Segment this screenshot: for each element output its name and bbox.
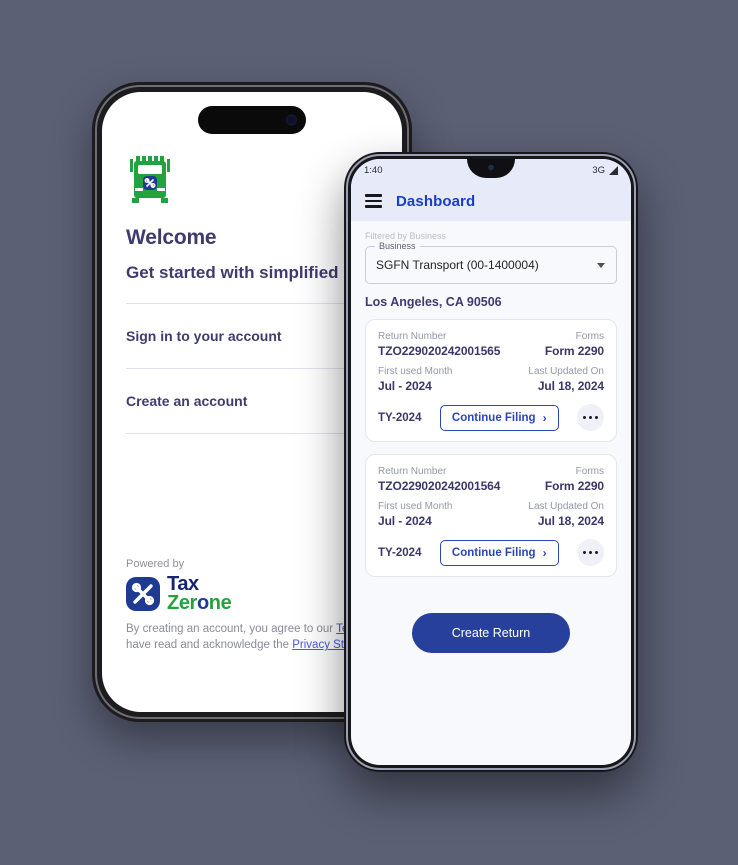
last-updated-value: Jul 18, 2024	[537, 379, 604, 393]
legal-text-2: have read and acknowledge the	[126, 639, 290, 652]
welcome-title: Welcome	[126, 226, 217, 249]
continue-filing-button[interactable]: Continue Filing ›	[439, 404, 559, 431]
more-horizontal-icon[interactable]	[576, 404, 604, 431]
filter-caption: Filtered by Business	[365, 231, 447, 241]
business-select-value: SGFN Transport (00-1400004)	[376, 258, 539, 272]
return-number-value: TZO229020242001565	[378, 344, 501, 358]
first-used-month-value: Jul - 2024	[378, 514, 432, 528]
android-screen: 1:40 3G Dashboard Filtered by Business B…	[351, 159, 631, 765]
tax-year-badge: TY-2024	[378, 411, 422, 424]
android-device: 1:40 3G Dashboard Filtered by Business B…	[344, 152, 638, 772]
business-select-label: Business	[375, 241, 420, 251]
card-value-row: Jul - 2024 Jul 18, 2024	[378, 379, 604, 393]
cta-container: Create Return	[365, 613, 617, 653]
form-value: Form 2290	[544, 479, 604, 493]
forms-label: Forms	[575, 466, 604, 477]
sign-in-link[interactable]: Sign in to your account	[126, 323, 378, 349]
return-number-value: TZO229020242001564	[378, 479, 501, 493]
wordmark-zerone: Zerone	[167, 591, 232, 614]
legal-text-1: By creating an account, you agree to our	[126, 622, 334, 635]
wordmark-o: o	[196, 591, 209, 614]
green-truck-tax-icon	[130, 156, 170, 203]
last-updated-value: Jul 18, 2024	[537, 514, 604, 528]
first-used-month-label: First used Month	[378, 366, 453, 377]
taxzerone-mark-icon	[126, 576, 160, 611]
status-bar-right: 3G	[592, 165, 618, 176]
last-updated-label: Last Updated On	[528, 501, 604, 512]
network-type-label: 3G	[592, 164, 605, 176]
return-number-label: Return Number	[378, 331, 447, 342]
tax-year-badge: TY-2024	[378, 546, 422, 559]
card-header-row: Return Number Forms	[378, 331, 604, 342]
chevron-down-icon[interactable]	[597, 263, 605, 268]
screenshot-stage: Welcome Get started with simplified Form…	[0, 0, 738, 865]
return-card[interactable]: Return Number Forms TZO229020242001564 F…	[365, 454, 617, 577]
return-number-label: Return Number	[378, 466, 447, 477]
form-value: Form 2290	[544, 344, 604, 358]
card-header-row: First used Month Last Updated On	[378, 366, 604, 377]
card-footer: TY-2024 Continue Filing ›	[378, 404, 604, 431]
create-return-button[interactable]: Create Return	[411, 613, 571, 653]
dashboard-body: Filtered by Business Business SGFN Trans…	[351, 221, 631, 653]
first-used-month-label: First used Month	[378, 501, 453, 512]
forms-label: Forms	[575, 331, 604, 342]
business-select[interactable]: Business SGFN Transport (00-1400004)	[365, 241, 617, 284]
card-value-row: TZO229020242001565 Form 2290	[378, 344, 604, 358]
app-bar: Dashboard	[351, 181, 631, 221]
card-value-row: Jul - 2024 Jul 18, 2024	[378, 514, 604, 528]
divider	[126, 303, 378, 305]
wordmark-zer: Zer	[167, 591, 197, 614]
taxzerone-wordmark: Tax Zerone	[167, 574, 232, 614]
continue-filing-label: Continue Filing	[451, 546, 536, 559]
divider	[126, 368, 378, 370]
card-header-row: Return Number Forms	[378, 466, 604, 477]
card-value-row: TZO229020242001564 Form 2290	[378, 479, 604, 493]
status-bar-time: 1:40	[364, 164, 383, 176]
welcome-subtitle: Get started with simplified Form 2290 fi…	[126, 263, 402, 282]
continue-filing-button[interactable]: Continue Filing ›	[439, 539, 559, 566]
hamburger-menu-icon[interactable]	[365, 194, 382, 208]
card-footer: TY-2024 Continue Filing ›	[378, 539, 604, 566]
signal-triangle-icon	[609, 165, 618, 175]
chevron-right-icon: ›	[542, 410, 547, 425]
create-account-link[interactable]: Create an account	[126, 388, 378, 414]
card-header-row: First used Month Last Updated On	[378, 501, 604, 512]
divider	[126, 433, 378, 435]
business-address: Los Angeles, CA 90506	[365, 295, 502, 309]
front-camera-icon	[486, 163, 496, 172]
chevron-right-icon: ›	[542, 545, 547, 560]
page-title: Dashboard	[396, 192, 476, 210]
return-card[interactable]: Return Number Forms TZO229020242001565 F…	[365, 319, 617, 442]
continue-filing-label: Continue Filing	[451, 411, 536, 424]
first-used-month-value: Jul - 2024	[378, 379, 432, 393]
last-updated-label: Last Updated On	[528, 366, 604, 377]
wordmark-ne: ne	[208, 591, 232, 614]
more-horizontal-icon[interactable]	[576, 539, 604, 566]
